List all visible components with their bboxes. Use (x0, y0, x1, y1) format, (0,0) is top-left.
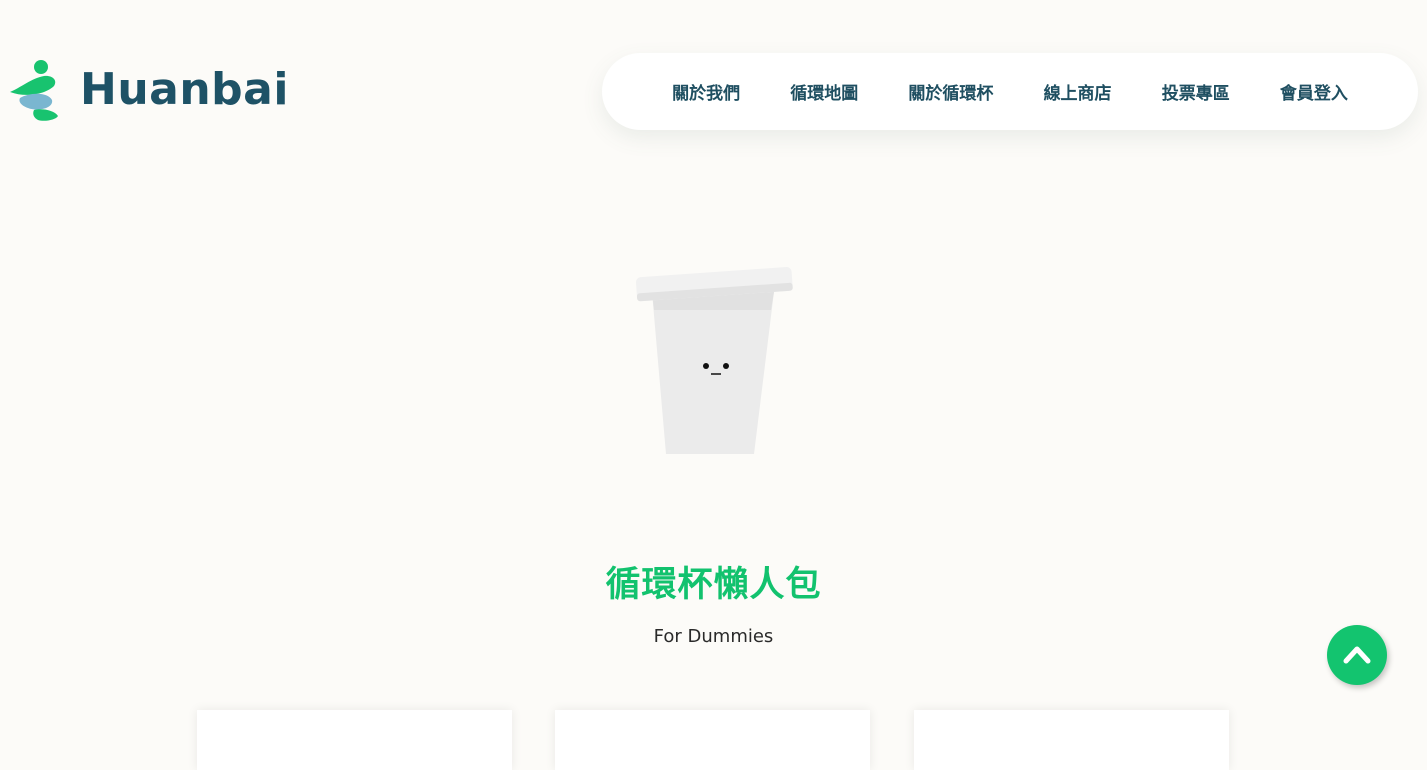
site-logo[interactable]: Huanbai (8, 58, 289, 122)
nav-item-online-store[interactable]: 線上商店 (1044, 79, 1112, 104)
huanbai-logo-icon (10, 60, 58, 121)
content-card[interactable] (197, 710, 512, 770)
logo-wordmark: Huanbai (80, 64, 289, 115)
nav-item-about-cup[interactable]: 關於循環杯 (908, 79, 993, 104)
back-to-top-button[interactable] (1327, 625, 1387, 685)
nav-item-about-us[interactable]: 關於我們 (672, 79, 740, 104)
content-card[interactable] (914, 710, 1229, 770)
page-title: 循環杯懶人包 (605, 565, 822, 605)
content-card[interactable] (555, 710, 870, 770)
nav-item-circular-map[interactable]: 循環地圖 (790, 79, 858, 104)
nav-item-member-login[interactable]: 會員登入 (1280, 79, 1348, 104)
page-subtitle: For Dummies (653, 626, 774, 647)
nav-item-voting[interactable]: 投票專區 (1162, 79, 1230, 104)
main-nav: 關於我們 循環地圖 關於循環杯 線上商店 投票專區 會員登入 (602, 53, 1418, 130)
chevron-up-icon (1343, 646, 1371, 664)
reusable-cup-illustration (635, 266, 793, 454)
